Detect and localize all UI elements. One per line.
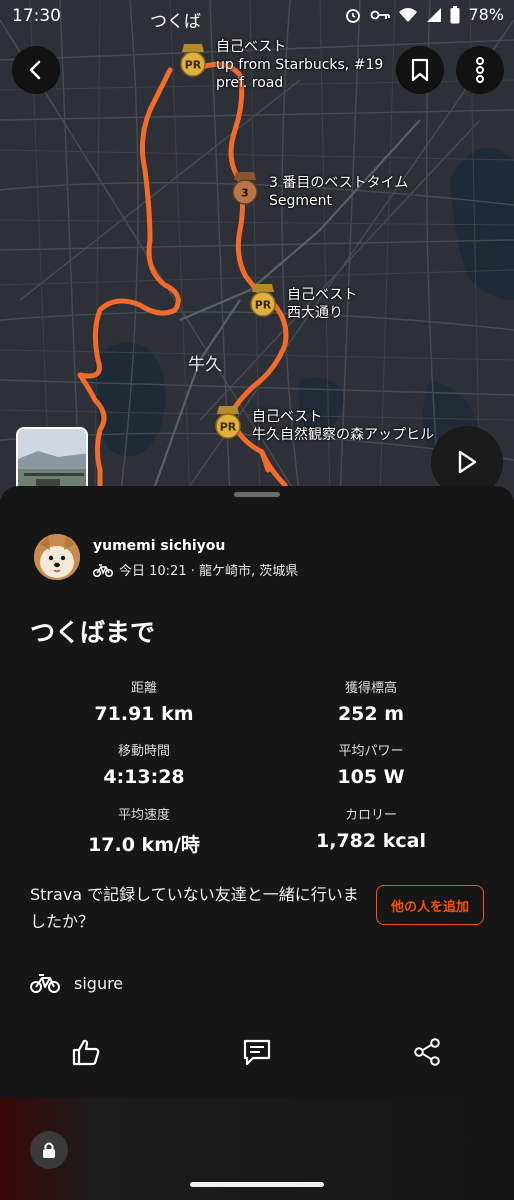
share-button[interactable] (407, 1032, 447, 1072)
bike-icon (30, 974, 60, 993)
stat-value: 17.0 km/時 (88, 834, 200, 856)
segment-3-line-1: 自己ベスト (287, 287, 358, 303)
athlete-avatar[interactable] (34, 534, 80, 580)
segment-3-line-2: 西大通り (287, 305, 343, 321)
gesture-nav-bar[interactable] (190, 1182, 324, 1187)
athlete-name[interactable]: yumemi sichiyou (93, 538, 225, 554)
pr-medal-icon: PR (250, 284, 276, 317)
route-map[interactable]: 17:30 つくば 78% PR 自己ベスト up from Starbucks… (0, 0, 514, 500)
status-time: 17:30 (12, 6, 61, 26)
stat-label: 距離 (130, 681, 157, 696)
activity-actions (0, 1032, 514, 1076)
segment-4-line-2: 牛久自然観察の森アップヒル (252, 427, 434, 443)
stat-label: 平均速度 (117, 808, 170, 823)
third-best-medal-icon: 3 (232, 172, 258, 205)
stat-value: 252 m (337, 703, 405, 725)
dog-avatar-image (34, 534, 80, 580)
activity-meta: 今日 10:21 · 龍ケ崎市, 茨城県 (93, 560, 298, 579)
stat-label: 移動時間 (117, 744, 170, 759)
bike-icon (93, 563, 113, 577)
lock-icon (43, 1142, 55, 1158)
svg-text:3: 3 (241, 187, 249, 200)
comment-icon (243, 1039, 271, 1066)
stat-average-speed: 平均速度 17.0 km/時 (44, 804, 244, 857)
stat-distance: 距離 71.91 km (44, 677, 244, 725)
map-town-label: 牛久 (188, 355, 222, 375)
stat-value: 71.91 km (94, 703, 194, 725)
segment-1-line-2: up from Starbucks, #19 (216, 57, 384, 73)
next-feed-item (0, 1098, 514, 1200)
stat-elevation-gain: 獲得標高 252 m (271, 677, 471, 725)
more-options-button[interactable] (456, 46, 504, 94)
add-others-button[interactable]: 他の人を追加 (376, 885, 484, 925)
back-button[interactable] (12, 46, 60, 94)
pr-medal-icon: PR (215, 406, 241, 439)
segment-1-line-1: 自己ベスト (216, 39, 287, 55)
segment-2-line-2: Segment (269, 193, 332, 209)
kudos-button[interactable] (66, 1032, 106, 1072)
stat-label: 平均パワー (338, 744, 404, 759)
activity-title: つくばまで (30, 618, 156, 647)
stat-label: 獲得標高 (344, 681, 397, 696)
stat-value: 105 W (337, 766, 405, 788)
svg-text:PR: PR (220, 421, 237, 434)
vpn-key-icon (371, 10, 391, 19)
alarm-icon (346, 8, 361, 23)
save-route-button[interactable] (396, 46, 444, 94)
share-icon (414, 1038, 440, 1066)
stat-moving-time: 移動時間 4:13:28 (44, 740, 244, 788)
activity-time-location: 今日 10:21 · 龍ケ崎市, 茨城県 (119, 564, 299, 579)
activity-detail-sheet: yumemi sichiyou 今日 10:21 · 龍ケ崎市, 茨城県 つくば… (0, 486, 514, 1098)
kudos-thumb-icon (72, 1039, 100, 1066)
stat-label: カロリー (344, 808, 397, 823)
segment-4-line-1: 自己ベスト (252, 409, 323, 425)
battery-percent: 78% (468, 5, 504, 24)
stat-value: 4:13:28 (103, 766, 185, 788)
map-place-name: つくば (150, 12, 201, 32)
segment-2-line-1: 3 番目のベストタイム (269, 175, 409, 191)
add-others-prompt: Strava で記録していない友達と一緒に行いましたか？ (30, 885, 359, 931)
svg-text:PR: PR (185, 59, 202, 72)
more-vertical-icon (476, 57, 484, 83)
stat-value: 1,782 kcal (316, 830, 426, 852)
bookmark-icon (411, 58, 429, 82)
sheet-drag-handle[interactable] (234, 492, 280, 497)
stat-calories: カロリー 1,782 kcal (271, 804, 471, 852)
status-bar: 17:30 つくば 78% (0, 0, 514, 32)
gear-name: sigure (74, 973, 124, 993)
comment-button[interactable] (237, 1032, 277, 1072)
play-icon (458, 450, 477, 474)
pr-medal-icon: PR (180, 44, 206, 77)
gear-row[interactable]: sigure (30, 973, 123, 993)
segment-1-line-3: pref. road (216, 75, 284, 91)
svg-text:PR: PR (255, 299, 272, 312)
stat-average-power: 平均パワー 105 W (271, 740, 471, 788)
privacy-lock-button[interactable] (30, 1131, 68, 1169)
cell-signal-icon (427, 7, 442, 22)
battery-icon (450, 5, 460, 23)
wifi-icon (399, 7, 418, 22)
back-arrow-icon (29, 60, 41, 80)
status-icons: 78% (344, 5, 504, 24)
